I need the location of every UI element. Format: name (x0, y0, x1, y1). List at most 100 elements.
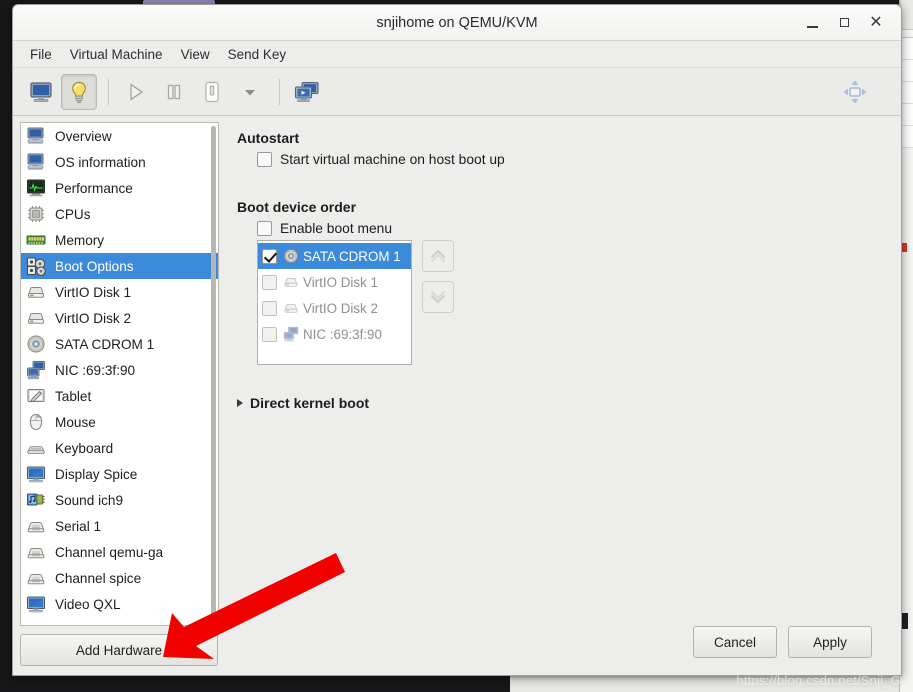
sidebar-item-sata-cdrom-1[interactable]: SATA CDROM 1 (21, 331, 218, 357)
dialog-footer: Cancel Apply (237, 619, 887, 675)
boot-device-checkbox[interactable] (262, 248, 277, 264)
boot-device-row[interactable]: VirtIO Disk 2 (258, 295, 411, 321)
sidebar-item-virtio-disk-1[interactable]: VirtIO Disk 1 (21, 279, 218, 305)
menu-file[interactable]: File (21, 44, 61, 65)
hardware-list-panel: Overview OS information Performance CPUs Mem… (20, 122, 219, 626)
maximize-button[interactable] (829, 10, 859, 36)
cpu-icon (28, 206, 44, 222)
snapshots-button[interactable] (289, 74, 325, 110)
sidebar-item-overview[interactable]: Overview (21, 123, 218, 149)
sidebar-item-mouse[interactable]: Mouse (21, 409, 218, 435)
show-console-button[interactable] (23, 74, 59, 110)
sidebar-item-video-qxl[interactable]: Video QXL (21, 591, 218, 617)
sidebar-item-channel-spice[interactable]: Channel spice (21, 565, 218, 591)
autostart-heading: Autostart (237, 130, 300, 146)
toolbar-separator (279, 78, 280, 105)
boot-device-label: VirtIO Disk 1 (303, 274, 378, 290)
boot-device-row[interactable]: VirtIO Disk 1 (258, 269, 411, 295)
pause-button[interactable] (156, 74, 192, 110)
sidebar-item-os-information[interactable]: OS information (21, 149, 218, 175)
move-up-button[interactable] (422, 240, 454, 272)
disk-icon (283, 300, 301, 316)
hardware-list-scrollbar[interactable] (211, 126, 216, 622)
sidebar-item-keyboard[interactable]: Keyboard (21, 435, 218, 461)
disk-icon (284, 278, 298, 287)
apply-button[interactable]: Apply (788, 626, 872, 658)
menu-view[interactable]: View (172, 44, 219, 65)
sidebar-item-label: VirtIO Disk 2 (55, 310, 132, 326)
computer-icon (26, 126, 48, 146)
sidebar-item-memory[interactable]: Memory (21, 227, 218, 253)
sidebar-item-controller-usb-0[interactable]: Controller USB 0 (21, 617, 218, 626)
sidebar-item-serial-1[interactable]: Serial 1 (21, 513, 218, 539)
sidebar-item-label: SATA CDROM 1 (55, 336, 155, 352)
disk-icon (27, 313, 45, 324)
cancel-button[interactable]: Cancel (693, 626, 777, 658)
sidebar-item-label: Memory (55, 232, 105, 248)
boot-device-checkbox[interactable] (262, 326, 277, 342)
menu-virtual-machine[interactable]: Virtual Machine (61, 44, 172, 65)
direct-kernel-boot-expander[interactable]: Direct kernel boot (237, 395, 887, 411)
sidebar-item-label: Performance (55, 180, 133, 196)
sidebar-item-label: Tablet (55, 388, 92, 404)
enable-boot-menu-checkbox[interactable] (257, 221, 272, 236)
minimize-icon (806, 26, 818, 28)
background-taskbar-lower (510, 678, 899, 692)
show-details-button[interactable] (61, 73, 97, 110)
network-icon (283, 326, 299, 342)
sidebar-item-label: CPUs (55, 206, 91, 222)
boot-device-label: VirtIO Disk 2 (303, 300, 378, 316)
hardware-list[interactable]: Overview OS information Performance CPUs Mem… (21, 123, 218, 625)
sidebar-item-sound-ich9[interactable]: Sound ich9 (21, 487, 218, 513)
window-title: snjihome on QEMU/KVM (376, 14, 538, 31)
cdrom-icon (284, 249, 298, 263)
computer-icon (27, 153, 44, 170)
disk-icon (284, 304, 298, 313)
memory-icon (26, 235, 46, 245)
sidebar-item-virtio-disk-2[interactable]: VirtIO Disk 2 (21, 305, 218, 331)
boot-order-controls (422, 240, 454, 313)
enable-boot-menu-row[interactable]: Enable boot menu (257, 221, 887, 236)
boot-device-list[interactable]: SATA CDROM 1 VirtIO Disk 1 VirtIO Disk 2 NI… (257, 240, 412, 365)
sidebar-item-display-spice[interactable]: Display Spice (21, 461, 218, 487)
shutdown-button[interactable] (194, 74, 230, 110)
close-button[interactable]: ✕ (861, 10, 891, 36)
mouse-icon (26, 412, 48, 432)
left-column: Overview OS information Performance CPUs Mem… (13, 116, 219, 675)
fullscreen-button[interactable] (837, 74, 873, 110)
cdrom-icon (283, 248, 301, 264)
boot-device-checkbox[interactable] (262, 300, 277, 316)
sidebar-item-nic-69-3f-90[interactable]: NIC :69:3f:90 (21, 357, 218, 383)
boot-device-row[interactable]: NIC :69:3f:90 (258, 321, 411, 347)
disk-icon (27, 287, 45, 298)
right-column: Autostart Start virtual machine on host … (219, 116, 901, 675)
add-hardware-button[interactable]: Add Hardware (20, 634, 218, 666)
move-down-button[interactable] (422, 281, 454, 313)
sidebar-item-label: Channel qemu-ga (55, 544, 164, 560)
sidebar-item-label: Mouse (55, 414, 96, 430)
boot-device-row[interactable]: SATA CDROM 1 (258, 243, 411, 269)
autostart-checkbox-row[interactable]: Start virtual machine on host boot up (257, 152, 887, 167)
sidebar-item-channel-qemu-ga[interactable]: Channel qemu-ga (21, 539, 218, 565)
tablet-icon (26, 386, 48, 406)
network-icon (26, 360, 48, 380)
sidebar-item-performance[interactable]: Performance (21, 175, 218, 201)
window-titlebar: snjihome on QEMU/KVM ✕ (13, 5, 901, 41)
run-button[interactable] (118, 74, 154, 110)
shutdown-dropdown-button[interactable] (232, 74, 268, 110)
add-hardware-label: Add Hardware (75, 642, 163, 658)
sidebar-item-boot-options[interactable]: Boot Options (21, 253, 218, 279)
serial-icon (27, 548, 45, 559)
serial-icon (26, 542, 48, 562)
graph-icon (26, 178, 48, 198)
minimize-button[interactable] (797, 10, 827, 36)
sidebar-item-tablet[interactable]: Tablet (21, 383, 218, 409)
sidebar-item-label: VirtIO Disk 1 (55, 284, 132, 300)
sidebar-item-cpus[interactable]: CPUs (21, 201, 218, 227)
sound-icon (27, 493, 45, 506)
sidebar-item-label: Sound ich9 (55, 492, 124, 508)
boot-device-checkbox[interactable] (262, 274, 277, 290)
menu-send-key[interactable]: Send Key (219, 44, 296, 65)
autostart-checkbox[interactable] (257, 152, 272, 167)
